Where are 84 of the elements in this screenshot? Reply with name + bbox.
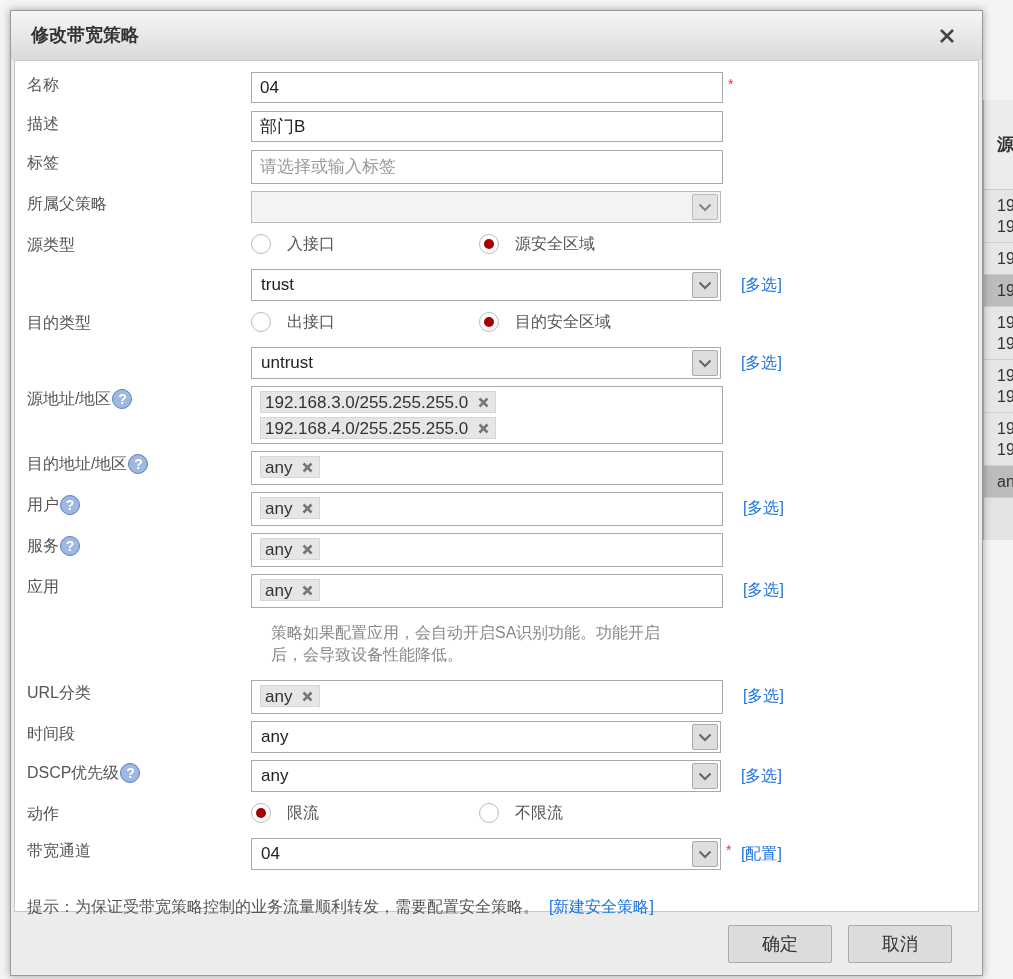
tag-field[interactable]: any (251, 533, 723, 567)
multi-select-link[interactable]: [多选] (741, 273, 782, 297)
chevron-down-icon (698, 849, 712, 859)
select-field[interactable]: untrust (251, 347, 721, 379)
multi-select-link[interactable]: [多选] (741, 764, 782, 788)
dropdown-button[interactable] (692, 841, 718, 867)
field-label: 名称 (27, 75, 59, 95)
new-policy-link[interactable]: [新建安全策略] (549, 895, 654, 919)
select-field[interactable]: any (251, 721, 721, 753)
field-label: 目的地址/地区 (27, 454, 128, 474)
dropdown-button[interactable] (692, 724, 718, 750)
radio-button[interactable] (479, 803, 499, 823)
remove-icon[interactable] (302, 584, 314, 596)
remove-icon[interactable] (302, 690, 314, 702)
remove-icon[interactable] (302, 502, 314, 514)
input-field[interactable]: 04 (251, 72, 723, 103)
tag[interactable]: 192.168.4.0/255.255.255.0 (260, 417, 497, 439)
tag-field[interactable]: any (251, 574, 723, 608)
remove-icon[interactable] (302, 461, 314, 473)
close-icon[interactable] (940, 28, 954, 43)
multi-select-link[interactable]: [配置] (741, 842, 782, 866)
multi-select-link[interactable]: [多选] (743, 578, 784, 602)
radio-button[interactable] (479, 312, 499, 332)
field-label: 源类型 (27, 235, 75, 255)
dialog-button[interactable]: 取消 (848, 925, 952, 963)
option-label: 出接口 (287, 312, 335, 332)
field-label: DSCP优先级 (27, 763, 120, 783)
field-label: 动作 (27, 804, 59, 824)
tag-field[interactable]: any (251, 451, 723, 485)
field-label: 源地址/地区 (27, 389, 112, 409)
tag[interactable]: any (260, 497, 321, 519)
radio-button[interactable] (251, 312, 271, 332)
option-label: 源安全区域 (515, 234, 595, 254)
remove-icon[interactable] (478, 422, 490, 434)
field-label: 描述 (27, 114, 59, 134)
field-label: 标签 (27, 153, 59, 173)
chevron-down-icon (698, 771, 712, 781)
option-label: 限流 (287, 803, 319, 823)
remove-icon[interactable] (302, 543, 314, 555)
hint-text: 策略如果配置应用，会自动开启SA识别功能。功能开启后，会导致设备性能降低。 (271, 623, 662, 665)
select-field[interactable]: 04 (251, 838, 721, 870)
tag[interactable]: any (260, 538, 321, 560)
tag-field[interactable]: any (251, 680, 723, 714)
select-field[interactable]: trust (251, 269, 721, 301)
tag[interactable]: 192.168.3.0/255.255.255.0 (260, 391, 497, 413)
tip-text: 提示：为保证受带宽策略控制的业务流量顺利转发，需要配置安全策略。 (27, 897, 539, 917)
dropdown-button[interactable] (692, 350, 718, 376)
tag[interactable]: any (260, 456, 321, 478)
field-label: 所属父策略 (27, 194, 107, 214)
chevron-down-icon (698, 280, 712, 290)
field-label: 目的类型 (27, 313, 91, 333)
multi-select-link[interactable]: [多选] (743, 496, 784, 520)
option-label: 入接口 (287, 234, 335, 254)
dialog-title: 修改带宽策略 (31, 24, 139, 47)
field-label: 服务 (27, 536, 59, 556)
field-label: 应用 (27, 577, 59, 597)
required-mark: * (726, 841, 733, 860)
option-label: 目的安全区域 (515, 312, 611, 332)
tag[interactable]: any (260, 685, 321, 707)
radio-button[interactable] (479, 234, 499, 254)
field-label: 用户 (27, 495, 59, 515)
dialog-button[interactable]: 确定 (728, 925, 832, 963)
tag-field[interactable]: any (251, 492, 723, 526)
chevron-down-icon (698, 358, 712, 368)
multi-select-link[interactable]: [多选] (741, 351, 782, 375)
tag[interactable]: any (260, 579, 321, 601)
input-field[interactable]: 部门B (251, 111, 723, 142)
remove-icon[interactable] (478, 396, 490, 408)
multi-select-link[interactable]: [多选] (743, 684, 784, 708)
radio-button[interactable] (251, 234, 271, 254)
table-row[interactable]: an (984, 466, 1013, 498)
field-label: 时间段 (27, 724, 75, 744)
chevron-down-icon (698, 732, 712, 742)
select-field[interactable]: any (251, 760, 721, 792)
chevron-down-icon (698, 202, 712, 212)
dropdown-button[interactable] (692, 763, 718, 789)
required-mark: * (728, 75, 735, 94)
input-field[interactable]: 请选择或输入标签 (251, 150, 723, 184)
dropdown-button[interactable] (692, 272, 718, 298)
field-label: 带宽通道 (27, 841, 91, 861)
field-label: URL分类 (27, 683, 91, 703)
option-label: 不限流 (515, 803, 563, 823)
tag-field[interactable]: 192.168.3.0/255.255.255.0 192.168.4.0/255.255.255.0 (251, 386, 723, 444)
radio-button[interactable] (251, 803, 271, 823)
